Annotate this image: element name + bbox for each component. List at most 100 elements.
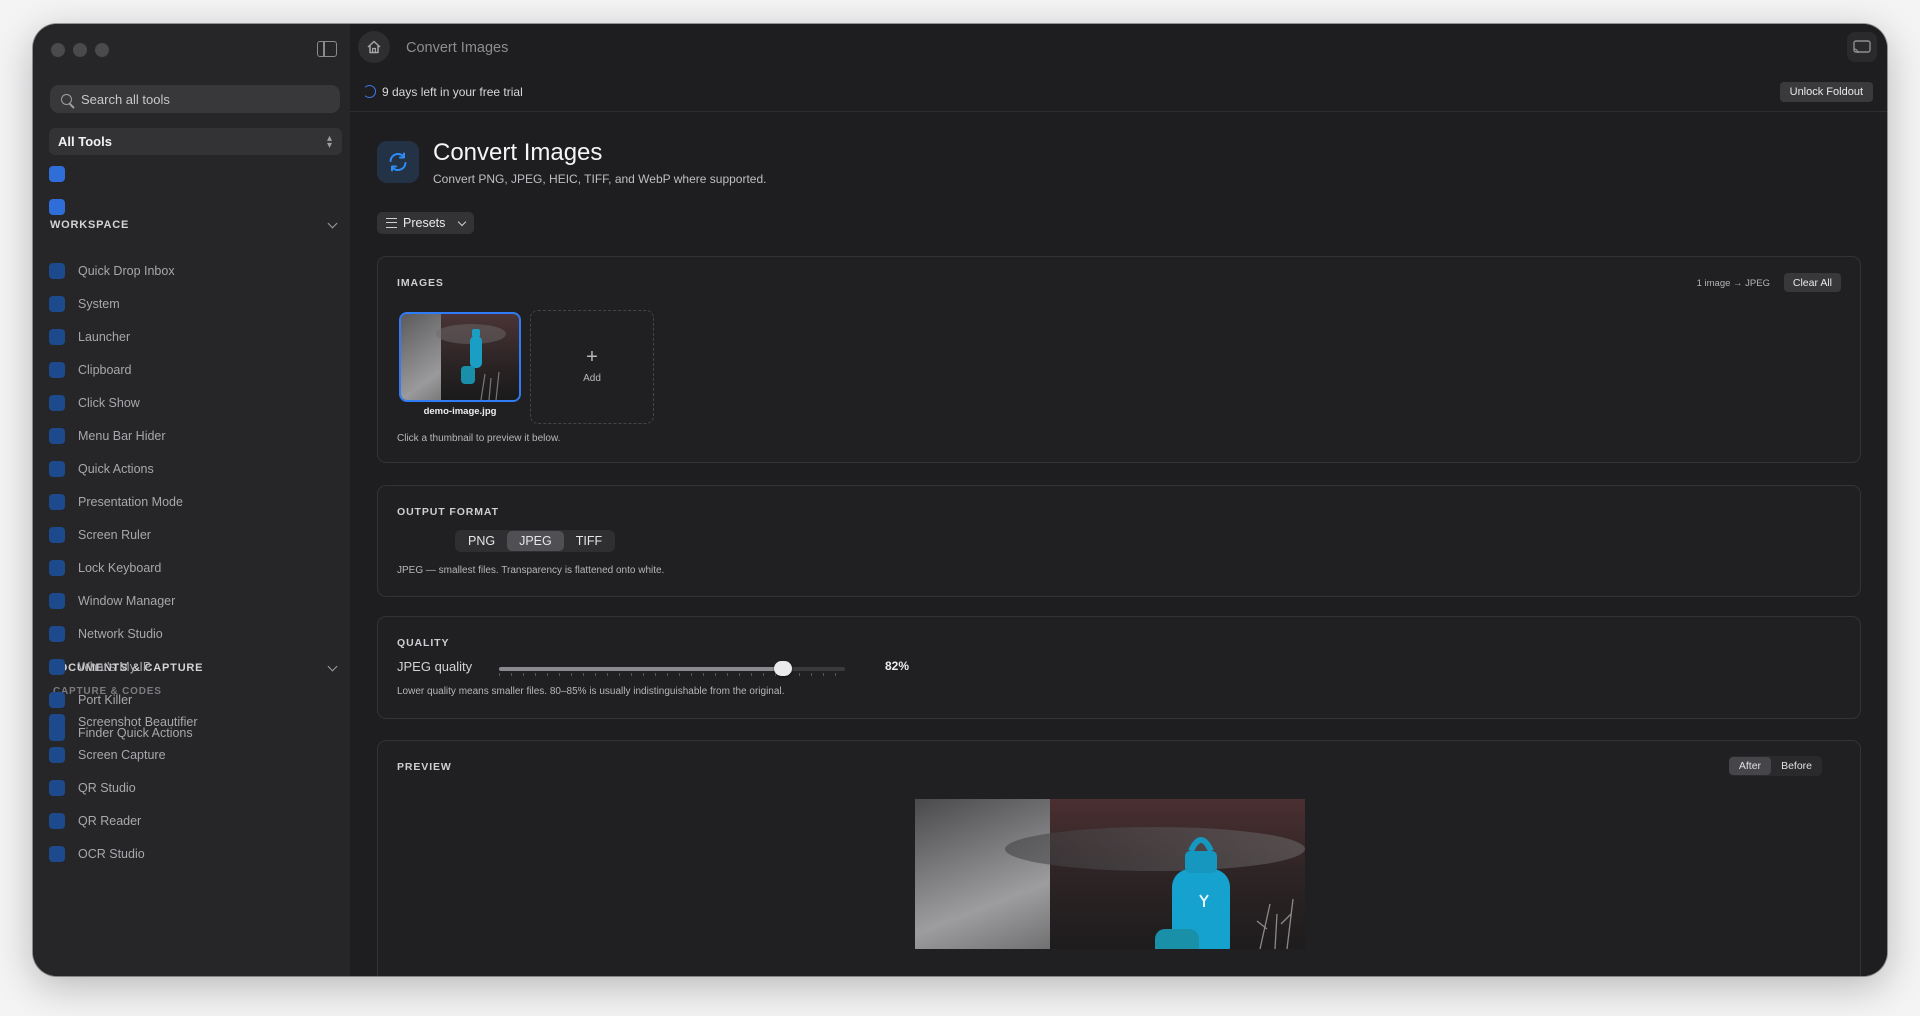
format-option-png[interactable]: PNG xyxy=(456,531,507,551)
page-title: Convert Images xyxy=(433,139,603,166)
qr-icon xyxy=(49,780,65,796)
chevron-down-icon xyxy=(458,217,467,226)
bolt-icon xyxy=(49,461,65,477)
tool-scope-select[interactable]: All Tools ▴ ▾ xyxy=(49,128,342,155)
menubar-icon xyxy=(49,199,65,215)
sidebar-item-label: Click Show xyxy=(78,396,140,410)
sidebar-item-qr-reader[interactable]: QR Reader xyxy=(49,809,141,833)
sidebar-item-label: QR Reader xyxy=(78,814,142,828)
sidebar-item-menu-bar-hider[interactable]: Menu Bar Hider xyxy=(49,424,166,448)
add-image-button[interactable]: + Add xyxy=(530,310,654,424)
images-hint: Click a thumbnail to preview it below. xyxy=(397,433,561,444)
close-window-button[interactable] xyxy=(51,43,65,57)
tool-scope-label: All Tools xyxy=(58,134,112,149)
gauge-icon xyxy=(49,296,65,312)
sidebar-item-port-killer[interactable]: Port Killer xyxy=(49,688,132,712)
search-input[interactable]: Search all tools xyxy=(50,85,340,113)
sidebar-item-custom-menu-bar[interactable]: Custom Menu Bar xyxy=(49,195,424,237)
format-option-jpeg[interactable]: JPEG xyxy=(507,531,564,551)
text-scan-icon xyxy=(49,846,65,862)
trial-text: 9 days left in your free trial xyxy=(382,85,523,99)
slider-knob[interactable] xyxy=(773,661,792,676)
sidebar-item-screen-ruler[interactable]: Screen Ruler xyxy=(49,523,151,547)
sidebar-item-screenshot-beautifier[interactable]: Screenshot Beautifier xyxy=(49,710,198,734)
sidebar-item-label: Launcher xyxy=(78,330,131,344)
plus-icon: + xyxy=(586,346,598,368)
sidebar-item-clipboard[interactable]: Clipboard xyxy=(49,358,132,382)
house-icon xyxy=(49,166,65,182)
sidebar-item-label: What's My IP xyxy=(78,660,152,674)
sidebar-item-label: Screen Capture xyxy=(78,748,166,762)
sidebar-item-system[interactable]: System xyxy=(49,292,120,316)
sidebar-item-label: Window Manager xyxy=(78,594,176,608)
window-controls xyxy=(51,43,109,57)
quality-value: 82% xyxy=(885,659,910,673)
zoom-window-button[interactable] xyxy=(95,43,109,57)
updown-chevron-icon: ▴ ▾ xyxy=(326,132,332,151)
sidebar-item-label: QR Studio xyxy=(78,781,136,795)
capture-icon xyxy=(49,747,65,763)
sidebar-item-label: Menu Bar Hider xyxy=(78,429,166,443)
format-segmented-control: PNG JPEG TIFF xyxy=(455,530,616,552)
sidebar-item-ocr-studio[interactable]: OCR Studio xyxy=(49,842,145,866)
sidebar-item-label: Presentation Mode xyxy=(78,495,183,509)
sidebar-item-screen-capture[interactable]: Screen Capture xyxy=(49,743,166,767)
chevron-down-icon xyxy=(327,218,338,229)
workspace-section-title: WORKSPACE xyxy=(50,219,130,231)
sidebar-item-quick-actions[interactable]: Quick Actions xyxy=(49,457,154,481)
images-card: IMAGES 1 image → JPEG Clear All demo-ima… xyxy=(377,256,1861,463)
sidebar-item-lock-keyboard[interactable]: Lock Keyboard xyxy=(49,556,161,580)
clipboard-icon xyxy=(49,362,65,378)
preview-before-button[interactable]: Before xyxy=(1771,757,1822,775)
sidebar-item-qr-studio[interactable]: QR Studio xyxy=(49,776,136,800)
quality-hint: Lower quality means smaller files. 80–85… xyxy=(397,686,785,697)
sidebar-item-quick-drop-inbox[interactable]: Quick Drop Inbox xyxy=(49,259,175,283)
inbox-icon xyxy=(49,263,65,279)
window-title: Convert Images xyxy=(406,40,509,56)
sidebar-item-home[interactable]: Home xyxy=(49,162,414,186)
quality-title: QUALITY xyxy=(397,637,450,649)
unlock-button[interactable]: Unlock Foldout xyxy=(1779,82,1873,102)
window-icon xyxy=(49,428,65,444)
sidebar-item-label: Lock Keyboard xyxy=(78,561,162,575)
workspace-section-header[interactable]: WORKSPACE xyxy=(50,217,342,233)
preview-card: PREVIEW After Before xyxy=(377,740,1861,976)
sidebar-item-label: Screenshot Beautifier xyxy=(78,715,198,729)
sidebar-item-what-s-my-ip[interactable]: What's My IP xyxy=(49,655,151,679)
house-icon xyxy=(367,40,381,54)
preview-image xyxy=(915,799,1305,949)
cast-button[interactable] xyxy=(1847,32,1877,62)
sidebar-item-click-show[interactable]: Click Show xyxy=(49,391,140,415)
output-format-title: OUTPUT FORMAT xyxy=(397,506,499,518)
slider-ticks xyxy=(499,673,845,676)
quality-label: JPEG quality xyxy=(397,659,473,674)
sidebar-item-label: Quick Actions xyxy=(78,462,154,476)
sidebar-item-network-studio[interactable]: Network Studio xyxy=(49,622,163,646)
home-button[interactable] xyxy=(358,31,390,63)
convert-icon xyxy=(377,141,419,183)
sidebar-toggle-icon[interactable] xyxy=(317,41,337,57)
sidebar-item-label: OCR Studio xyxy=(78,847,145,861)
sidebar-item-window-manager[interactable]: Window Manager xyxy=(49,589,175,613)
sparkle-icon xyxy=(49,714,65,730)
preview-title: PREVIEW xyxy=(397,761,452,773)
sidebar: Search all tools All Tools ▴ ▾ WORKSPACE … xyxy=(33,24,424,976)
lock-icon xyxy=(49,560,65,576)
clear-all-button[interactable]: Clear All xyxy=(1783,273,1841,292)
cursor-icon xyxy=(49,395,65,411)
minimize-window-button[interactable] xyxy=(73,43,87,57)
quality-slider[interactable] xyxy=(499,661,845,676)
cast-icon xyxy=(1853,40,1871,54)
format-option-tiff[interactable]: TIFF xyxy=(564,531,614,551)
sliders-icon xyxy=(386,218,397,228)
presets-button[interactable]: Presets xyxy=(377,212,475,234)
sidebar-item-launcher[interactable]: Launcher xyxy=(49,325,130,349)
sidebar-item-label: Network Studio xyxy=(78,627,163,641)
quality-card: QUALITY JPEG quality 82% Lower quality m… xyxy=(377,616,1861,719)
preview-after-button[interactable]: After xyxy=(1728,757,1772,775)
sidebar-item-presentation-mode[interactable]: Presentation Mode xyxy=(49,490,183,514)
search-icon xyxy=(61,93,72,105)
image-thumbnail[interactable] xyxy=(399,312,521,402)
presets-label: Presets xyxy=(403,216,446,230)
output-format-card: OUTPUT FORMAT PNG JPEG TIFF JPEG — small… xyxy=(377,485,1861,597)
